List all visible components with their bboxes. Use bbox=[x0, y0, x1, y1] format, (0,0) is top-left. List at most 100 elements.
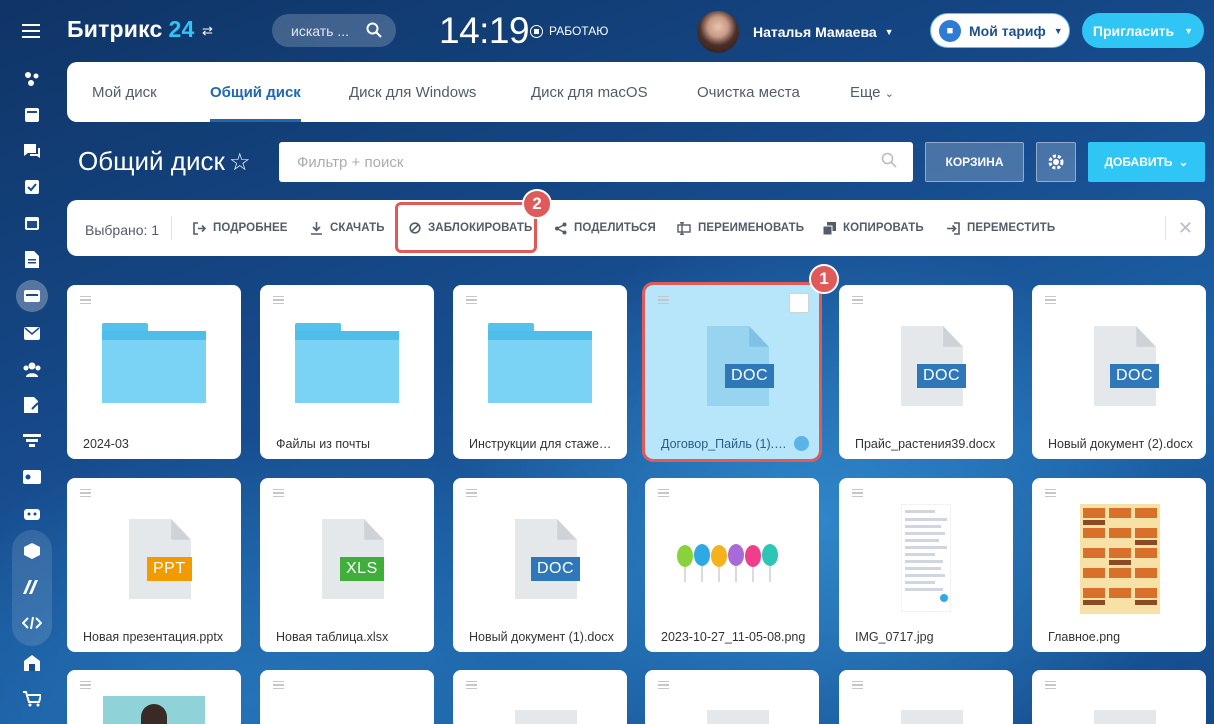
cart-icon[interactable] bbox=[16, 684, 48, 714]
copy-icon bbox=[823, 221, 836, 235]
drag-handle-icon[interactable] bbox=[1045, 296, 1056, 304]
calendar-icon[interactable] bbox=[16, 208, 48, 238]
drag-handle-icon[interactable] bbox=[658, 681, 669, 689]
market-icon[interactable] bbox=[16, 572, 48, 602]
file-card[interactable]: 2023-10-27_11-05-08.png bbox=[645, 478, 819, 652]
document-icon bbox=[515, 710, 577, 724]
file-card[interactable] bbox=[453, 670, 627, 724]
file-card[interactable]: DOC Новый документ (1).docx bbox=[453, 478, 627, 652]
drag-handle-icon[interactable] bbox=[1045, 489, 1056, 497]
file-card[interactable]: XLS Новая таблица.xlsx bbox=[260, 478, 434, 652]
company-icon[interactable] bbox=[16, 648, 48, 678]
tab-more[interactable]: Еще ⌄ bbox=[850, 62, 894, 122]
file-name: Файлы из почты bbox=[276, 437, 371, 451]
drag-handle-icon[interactable] bbox=[658, 296, 669, 304]
drag-handle-icon[interactable] bbox=[273, 681, 284, 689]
details-button[interactable]: ПОДРОБНЕЕ bbox=[193, 200, 288, 256]
drag-handle-icon[interactable] bbox=[273, 489, 284, 497]
drag-handle-icon[interactable] bbox=[80, 296, 91, 304]
share-button[interactable]: ПОДЕЛИТЬСЯ bbox=[554, 200, 656, 256]
drag-handle-icon[interactable] bbox=[852, 489, 863, 497]
tab-cleanup[interactable]: Очистка места bbox=[697, 62, 800, 122]
activity-stream-icon[interactable] bbox=[16, 64, 48, 94]
tasks-icon[interactable] bbox=[16, 172, 48, 202]
user-name: Наталья Мамаева bbox=[753, 24, 877, 40]
clock[interactable]: 14:19 bbox=[439, 10, 530, 52]
avatar[interactable] bbox=[697, 11, 739, 53]
rename-label: ПЕРЕИМЕНОВАТЬ bbox=[698, 222, 805, 234]
developer-icon[interactable] bbox=[16, 608, 48, 638]
tariff-button[interactable]: ■ Мой тариф ▼ bbox=[930, 13, 1070, 48]
file-card[interactable]: Файлы из почты bbox=[260, 285, 434, 459]
documents-icon[interactable] bbox=[16, 244, 48, 274]
download-button[interactable]: СКАЧАТЬ bbox=[310, 200, 385, 256]
employees-icon[interactable] bbox=[16, 354, 48, 384]
invite-button[interactable]: Пригласить ▼ bbox=[1082, 13, 1204, 48]
mail-icon[interactable] bbox=[16, 318, 48, 348]
contact-center-icon[interactable] bbox=[16, 462, 48, 492]
logo-settings-icon[interactable]: ⇄ bbox=[202, 23, 213, 39]
drag-handle-icon[interactable] bbox=[466, 296, 477, 304]
star-icon[interactable]: ☆ bbox=[229, 148, 251, 177]
move-button[interactable]: ПЕРЕМЕСТИТЬ bbox=[947, 200, 1055, 256]
tab-disk-macos[interactable]: Диск для macOS bbox=[531, 62, 648, 122]
top-search[interactable]: искать ... bbox=[272, 14, 396, 47]
drag-handle-icon[interactable] bbox=[1045, 681, 1056, 689]
open-icon bbox=[193, 221, 206, 235]
file-card[interactable]: DOC Новый документ (2).docx bbox=[1032, 285, 1206, 459]
file-card[interactable]: Инструкции для стажеров bbox=[453, 285, 627, 459]
drag-handle-icon[interactable] bbox=[466, 681, 477, 689]
chat-icon[interactable] bbox=[16, 136, 48, 166]
add-label: ДОБАВИТЬ bbox=[1104, 155, 1173, 169]
store-box-icon[interactable] bbox=[16, 536, 48, 566]
file-card[interactable]: IMG_0717.jpg bbox=[839, 478, 1013, 652]
drag-handle-icon[interactable] bbox=[852, 681, 863, 689]
drag-handle-icon[interactable] bbox=[658, 489, 669, 497]
download-icon bbox=[311, 221, 322, 235]
stop-icon bbox=[530, 24, 543, 38]
drag-handle-icon[interactable] bbox=[852, 296, 863, 304]
disk-icon[interactable] bbox=[16, 280, 48, 312]
balloons-thumbnail bbox=[677, 544, 778, 582]
rename-button[interactable]: ПЕРЕИМЕНОВАТЬ bbox=[677, 200, 804, 256]
tab-shared-disk[interactable]: Общий диск bbox=[210, 62, 301, 122]
file-card[interactable] bbox=[645, 670, 819, 724]
robot-icon[interactable] bbox=[16, 498, 48, 528]
left-sidebar bbox=[0, 0, 62, 724]
trash-button[interactable]: КОРЗИНА bbox=[925, 142, 1024, 182]
file-card[interactable]: Главное.png bbox=[1032, 478, 1206, 652]
work-status[interactable]: РАБОТАЮ bbox=[530, 24, 608, 38]
file-card[interactable]: 2024-03 bbox=[67, 285, 241, 459]
tab-my-disk[interactable]: Мой диск bbox=[92, 62, 157, 122]
drag-handle-icon[interactable] bbox=[466, 489, 477, 497]
logo-text: Битрикс bbox=[67, 16, 163, 42]
file-card[interactable] bbox=[260, 670, 434, 724]
file-card-selected[interactable]: DOC Договор_Пайль (1).docx bbox=[642, 282, 822, 462]
file-card[interactable]: PPT Новая презентация.pptx bbox=[67, 478, 241, 652]
file-card[interactable]: DOC Прайс_растения39.docx bbox=[839, 285, 1013, 459]
file-name: Новая презентация.pptx bbox=[83, 630, 224, 644]
copy-button[interactable]: КОПИРОВАТЬ bbox=[823, 200, 924, 256]
chevron-down-icon: ▼ bbox=[1184, 25, 1194, 36]
file-type-label: XLS bbox=[340, 557, 384, 581]
crm-funnel-icon[interactable] bbox=[16, 426, 48, 456]
drag-handle-icon[interactable] bbox=[80, 489, 91, 497]
select-checkbox[interactable] bbox=[789, 293, 809, 313]
user-menu[interactable]: Наталья Мамаева ▼ bbox=[753, 24, 894, 40]
file-card[interactable] bbox=[839, 670, 1013, 724]
close-icon[interactable]: ✕ bbox=[1178, 218, 1193, 239]
chevron-down-icon: ⌄ bbox=[884, 88, 894, 100]
drag-handle-icon[interactable] bbox=[80, 681, 91, 689]
share-icon bbox=[555, 222, 567, 234]
add-button[interactable]: ДОБАВИТЬ ⌄ bbox=[1088, 142, 1205, 182]
feed-icon[interactable] bbox=[16, 100, 48, 130]
menu-icon[interactable] bbox=[22, 24, 40, 38]
filter-search-input[interactable]: Фильтр + поиск bbox=[279, 142, 913, 182]
drag-handle-icon[interactable] bbox=[273, 296, 284, 304]
file-card[interactable] bbox=[1032, 670, 1206, 724]
logo[interactable]: Битрикс 24 bbox=[67, 16, 195, 43]
signing-icon[interactable] bbox=[16, 390, 48, 420]
tab-disk-windows[interactable]: Диск для Windows bbox=[349, 62, 476, 122]
file-card[interactable] bbox=[67, 670, 241, 724]
settings-button[interactable] bbox=[1036, 142, 1076, 182]
